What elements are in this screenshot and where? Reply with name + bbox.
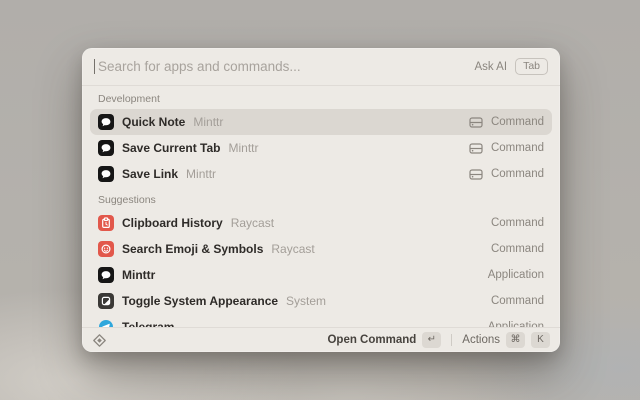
text-caret — [94, 59, 95, 74]
actions-button[interactable]: Actions ⌘ K — [462, 332, 550, 348]
list-item-save-current-tab[interactable]: Save Current Tab Minttr Command — [90, 135, 552, 161]
footer-divider — [451, 334, 452, 346]
tab-key-badge: Tab — [515, 58, 548, 75]
section-header-suggestions: Suggestions — [90, 187, 552, 210]
list-item-save-link[interactable]: Save Link Minttr Command — [90, 161, 552, 187]
minttr-bubble-icon — [98, 166, 114, 182]
list-item-toggle-system-appearance[interactable]: Toggle System Appearance System Command — [90, 288, 552, 314]
raycast-launcher-window: Ask AI Tab Development Quick Note Minttr… — [82, 48, 560, 352]
search-input[interactable] — [98, 59, 474, 74]
appearance-icon — [98, 293, 114, 309]
drive-icon — [469, 168, 483, 181]
return-key-badge: ↵ — [422, 332, 441, 348]
open-command-button[interactable]: Open Command ↵ — [327, 332, 441, 348]
list-item-search-emoji[interactable]: Search Emoji & Symbols Raycast Command — [90, 236, 552, 262]
list-item-clipboard-history[interactable]: Clipboard History Raycast Command — [90, 210, 552, 236]
drive-icon — [469, 142, 483, 155]
action-bar: Open Command ↵ Actions ⌘ K — [82, 327, 560, 352]
emoji-icon — [98, 241, 114, 257]
ask-ai-button[interactable]: Ask AI — [474, 61, 507, 73]
raycast-logo-icon — [92, 333, 107, 348]
minttr-bubble-icon — [98, 114, 114, 130]
section-header-development: Development — [90, 86, 552, 109]
list-item-minttr-app[interactable]: Minttr Application — [90, 262, 552, 288]
cmd-key-badge: ⌘ — [506, 332, 525, 348]
k-key-badge: K — [531, 332, 550, 348]
search-bar: Ask AI Tab — [82, 48, 560, 86]
list-item-quick-note[interactable]: Quick Note Minttr Command — [90, 109, 552, 135]
telegram-icon — [98, 319, 114, 327]
drive-icon — [469, 116, 483, 129]
clipboard-icon — [98, 215, 114, 231]
minttr-bubble-icon — [98, 267, 114, 283]
minttr-bubble-icon — [98, 140, 114, 156]
list-item-telegram[interactable]: Telegram Application — [90, 314, 552, 327]
results-list: Development Quick Note Minttr Command Sa… — [82, 86, 560, 327]
